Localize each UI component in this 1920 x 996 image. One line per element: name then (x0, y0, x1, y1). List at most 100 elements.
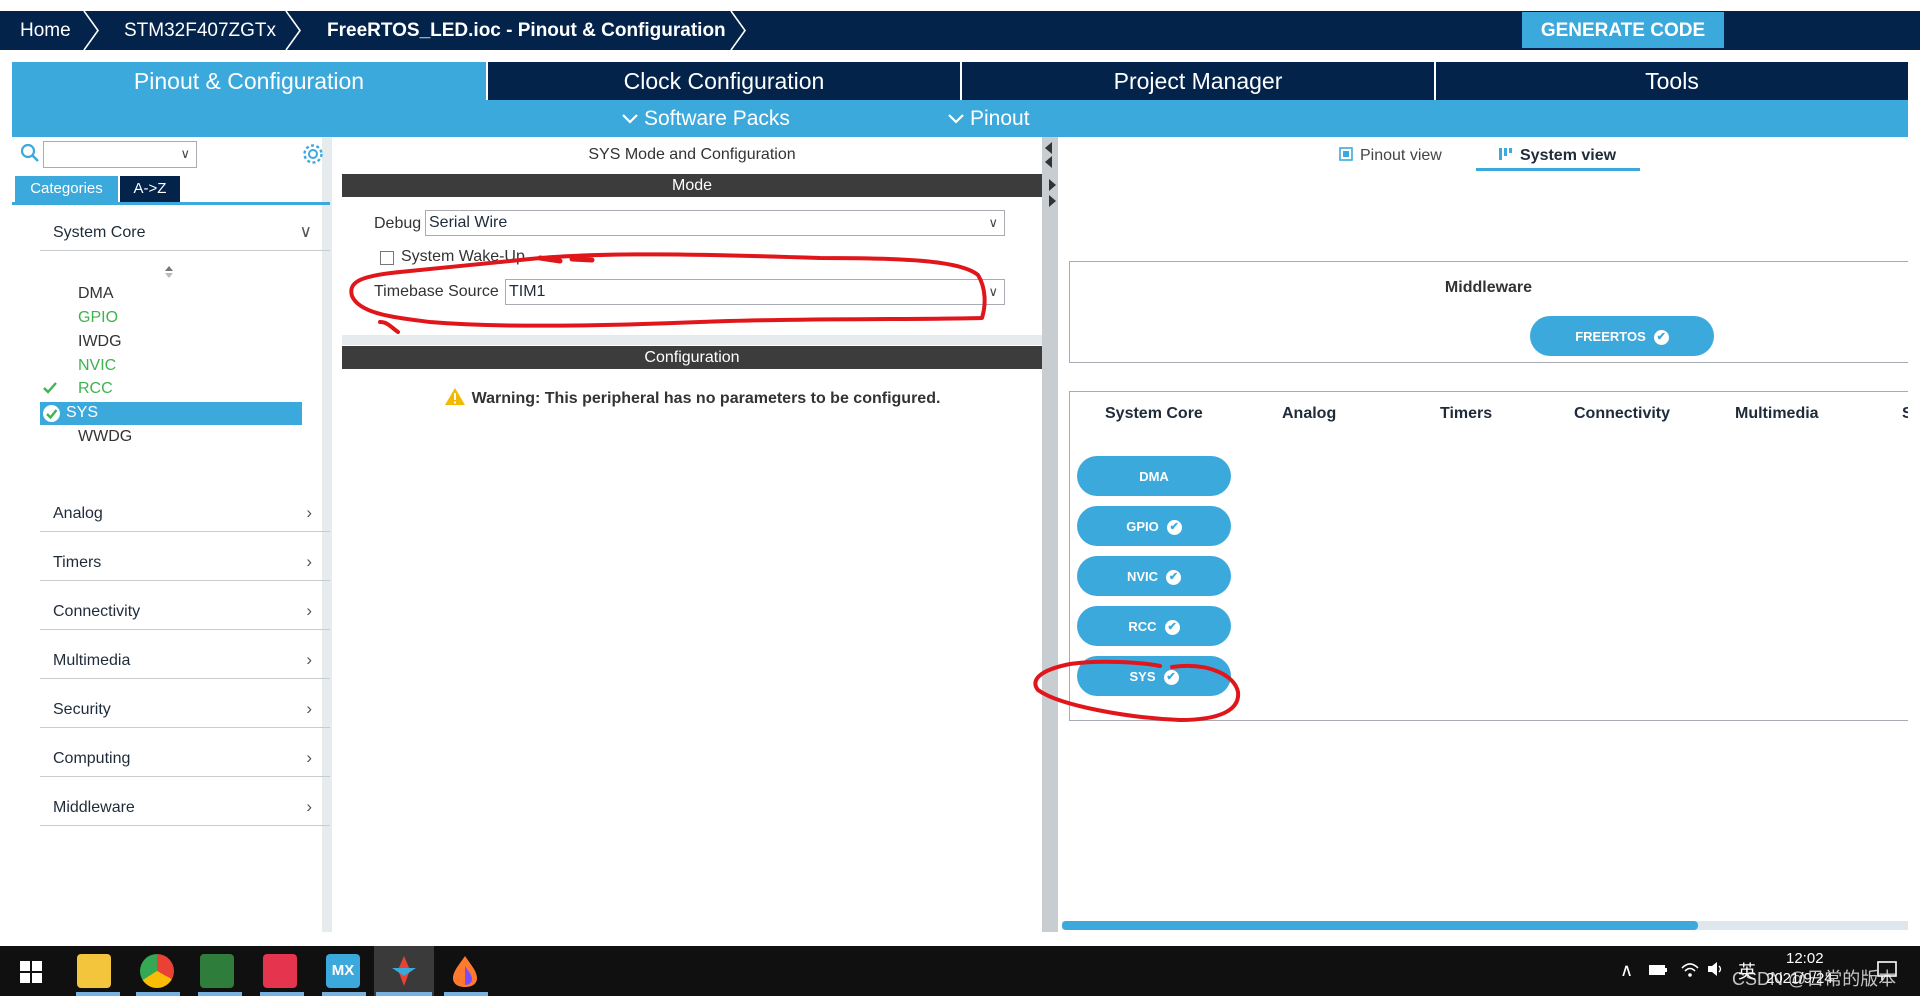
debug-value: Serial Wire (429, 214, 508, 231)
list-item-sys-selected[interactable]: SYS (40, 402, 302, 425)
category-security[interactable]: Security › (40, 689, 330, 728)
breadcrumb-home[interactable]: Home (20, 11, 71, 50)
category-connectivity[interactable]: Connectivity › (40, 591, 330, 630)
grid-icon (1499, 148, 1512, 160)
software-packs-menu[interactable]: Software Packs (622, 100, 790, 137)
notification-icon[interactable] (1876, 959, 1898, 981)
file-explorer-icon[interactable] (77, 954, 111, 988)
breadcrumb-device[interactable]: STM32F407ZGTx (124, 11, 276, 50)
tab-clock-configuration[interactable]: Clock Configuration (488, 62, 960, 100)
taskbar-focused-app[interactable] (374, 946, 434, 996)
battery-icon[interactable] (1648, 964, 1668, 976)
tab-categories[interactable]: Categories (15, 176, 118, 202)
chevron-right-icon: › (306, 797, 312, 816)
taskbar-active-indicator (76, 992, 120, 996)
configuration-header: Configuration (342, 346, 1042, 369)
dma-label: DMA (1139, 469, 1169, 484)
breadcrumb-file[interactable]: FreeRTOS_LED.ioc - Pinout & Configuratio… (327, 11, 726, 50)
check-circle-icon: ✔ (1163, 670, 1179, 686)
pinout-menu[interactable]: Pinout (948, 100, 1030, 137)
dma-button[interactable]: DMA (1077, 456, 1231, 496)
chrome-icon[interactable] (140, 954, 174, 988)
category-middleware[interactable]: Middleware › (40, 787, 330, 826)
sys-button[interactable]: SYS ✔ (1077, 656, 1231, 696)
system-wakeup-checkbox[interactable] (380, 251, 394, 265)
debug-select[interactable]: Serial Wire ∨ (425, 210, 1005, 236)
debug-label: Debug (374, 215, 422, 232)
category-system-core[interactable]: System Core ∨ (40, 212, 330, 251)
chevron-up-icon[interactable]: ∧ (1620, 960, 1633, 981)
check-circle-icon: ✔ (1164, 620, 1180, 636)
expand-arrows-icon[interactable] (1047, 177, 1057, 211)
warning-text: Warning: This peripheral has no paramete… (471, 390, 941, 407)
horizontal-scrollbar[interactable] (1062, 921, 1908, 930)
rcc-button[interactable]: RCC ✔ (1077, 606, 1231, 646)
tab-tools[interactable]: Tools (1436, 62, 1908, 100)
generate-code-button[interactable]: GENERATE CODE (1522, 12, 1724, 48)
list-item-gpio[interactable]: GPIO (78, 309, 118, 327)
gpio-label: GPIO (1126, 519, 1159, 534)
category-multimedia[interactable]: Multimedia › (40, 640, 330, 679)
chip-icon (1339, 147, 1353, 161)
list-item-nvic[interactable]: NVIC (78, 357, 116, 375)
pdf-reader-icon[interactable] (263, 954, 297, 988)
system-view-tab[interactable]: System view (1498, 146, 1616, 165)
pinout-view-label: Pinout view (1360, 147, 1442, 164)
taskbar-active-indicator (322, 992, 366, 996)
gpio-button[interactable]: GPIO ✔ (1077, 506, 1231, 546)
wifi-icon[interactable] (1680, 960, 1700, 978)
taskbar-active-indicator (444, 992, 488, 996)
search-icon[interactable] (20, 143, 40, 163)
timebase-label: Timebase Source (374, 283, 499, 300)
pinout-view-tab[interactable]: Pinout view (1338, 146, 1442, 165)
check-circle-icon (43, 405, 60, 422)
sort-icon[interactable] (163, 265, 175, 279)
column-connectivity: Connectivity (1574, 405, 1671, 422)
speaker-icon[interactable] (1706, 960, 1724, 978)
tab-a-to-z[interactable]: A->Z (120, 176, 180, 202)
category-computing[interactable]: Computing › (40, 738, 330, 777)
search-input[interactable]: ∨ (43, 141, 197, 168)
middleware-title: Middleware (1444, 279, 1533, 296)
nvic-button[interactable]: NVIC ✔ (1077, 556, 1231, 596)
chevron-down-icon (622, 114, 638, 125)
category-timers[interactable]: Timers › (40, 542, 330, 581)
chevron-right-icon (83, 11, 99, 50)
vim-icon[interactable] (200, 954, 234, 988)
pinout-label: Pinout (970, 107, 1030, 130)
category-panel: ∨ Categories A->Z System Core ∨ DMA GPIO… (12, 137, 332, 932)
list-item-wwdg[interactable]: WWDG (78, 428, 132, 446)
category-label: Timers (53, 554, 102, 571)
chevron-right-icon: › (306, 503, 312, 522)
chevron-right-icon: › (306, 601, 312, 620)
chevron-down-icon: ∨ (988, 215, 998, 230)
active-view-underline (1476, 168, 1640, 171)
stm32cubemx-icon[interactable]: MX (326, 954, 360, 988)
scrollbar-thumb[interactable] (1062, 921, 1698, 930)
tab-pinout-configuration[interactable]: Pinout & Configuration (12, 62, 486, 100)
chevron-down-icon: ∨ (180, 146, 190, 161)
panel-splitter[interactable] (1042, 137, 1058, 932)
windows-start-icon[interactable] (20, 961, 42, 983)
windows-taskbar: MX ∧ 英 12:02 2021/9/24 CSDN @日常的版本 (0, 946, 1920, 996)
middleware-section (1069, 261, 1908, 363)
list-item-iwdg[interactable]: IWDG (78, 333, 122, 351)
list-item-sys-label: SYS (66, 404, 99, 421)
gear-icon[interactable] (302, 143, 324, 165)
taskbar-active-indicator (376, 992, 432, 996)
list-item-dma[interactable]: DMA (78, 285, 114, 303)
color-drop-icon[interactable] (450, 954, 480, 988)
check-circle-icon: ✔ (1166, 520, 1182, 536)
freertos-button[interactable]: FREERTOS ✔ (1530, 316, 1714, 356)
category-label: Analog (53, 505, 103, 522)
taskbar-active-indicator (198, 992, 242, 996)
timebase-select[interactable]: TIM1 ∨ (505, 279, 1005, 305)
rcc-label: RCC (1128, 619, 1157, 634)
watermark-text: CSDN @日常的版本 (1732, 969, 1897, 989)
chevron-right-icon: › (306, 552, 312, 571)
tab-project-manager[interactable]: Project Manager (962, 62, 1434, 100)
software-packs-label: Software Packs (644, 107, 790, 130)
list-item-rcc[interactable]: RCC (78, 380, 113, 398)
category-analog[interactable]: Analog › (40, 493, 330, 532)
column-multimedia: Multimedia (1735, 405, 1819, 422)
